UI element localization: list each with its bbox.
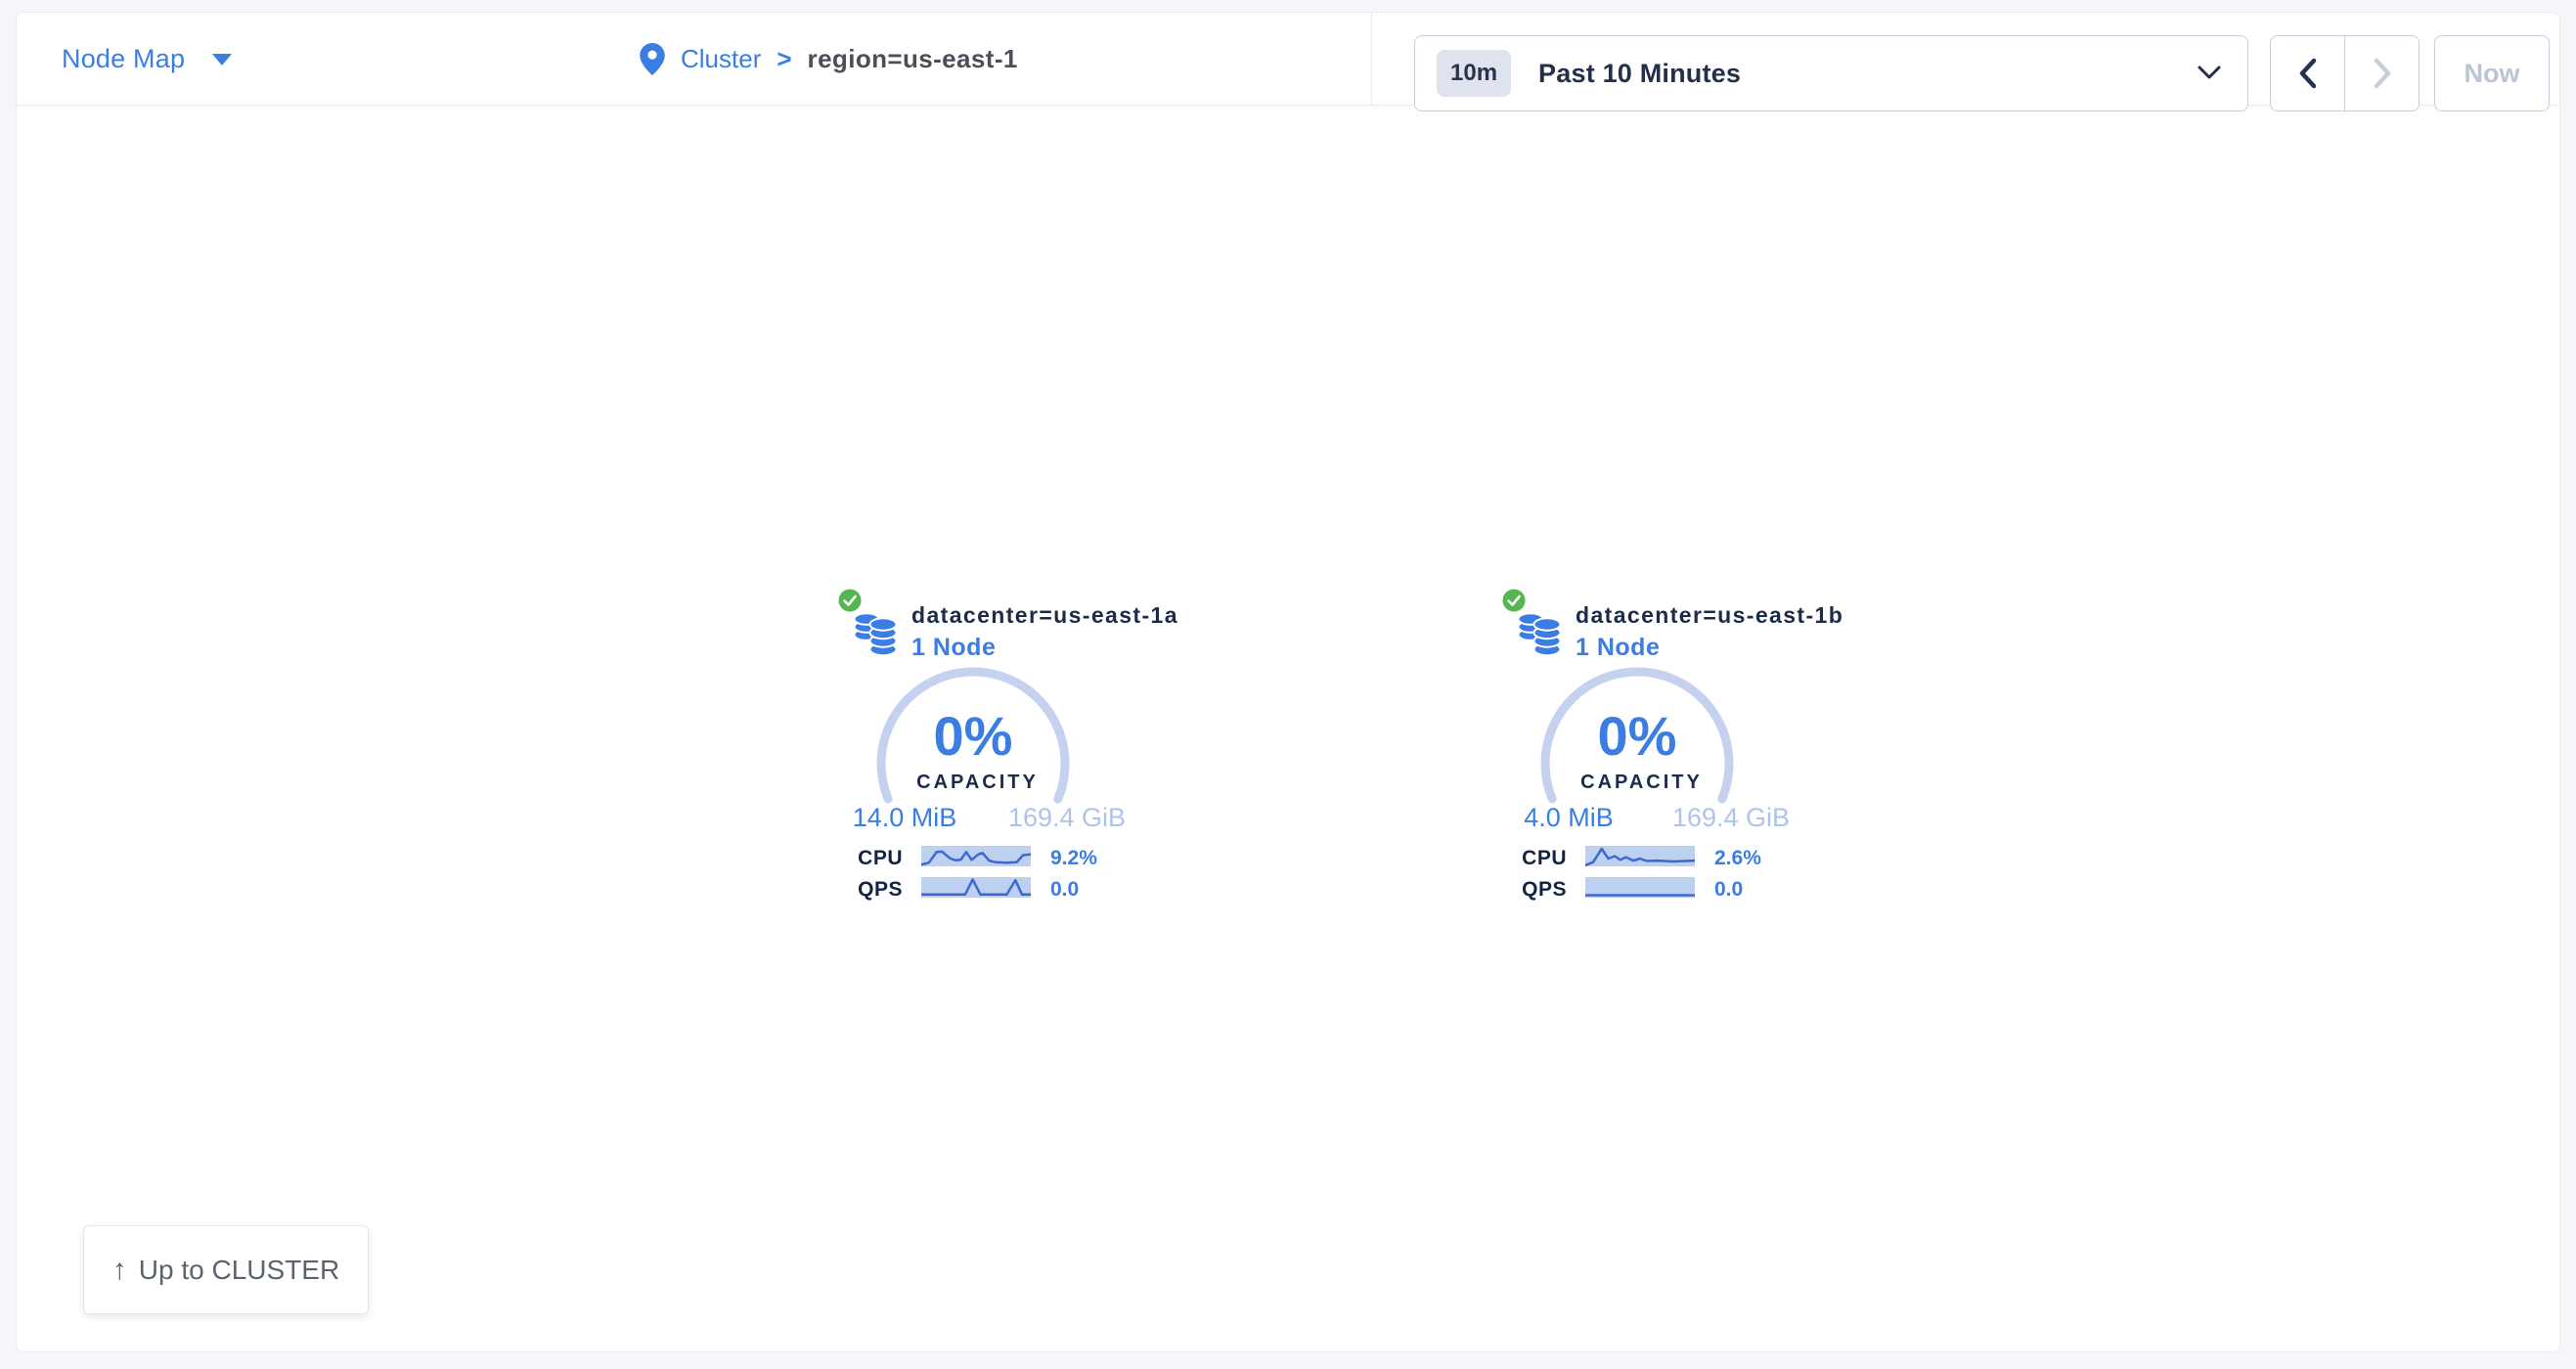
capacity-used: 14.0 MiB (836, 804, 973, 831)
chevron-right-icon (2372, 57, 2393, 90)
metric-label: QPS (1500, 878, 1567, 902)
metric-value: 0.0 (1050, 878, 1079, 902)
locality-node-count: 1 Node (911, 634, 996, 662)
breadcrumb: Cluster > region=us-east-1 (640, 13, 1018, 106)
qps-sparkline (1585, 877, 1695, 898)
capacity-total: 169.4 GiB (999, 804, 1135, 831)
locality-card-us-east-1a[interactable]: datacenter=us-east-1a 1 Node 0% CAPACITY… (836, 585, 1139, 917)
chevron-down-icon (2197, 64, 2222, 86)
database-stack-icon (853, 609, 900, 661)
capacity-gauge: 0% CAPACITY (875, 666, 1071, 861)
metric-label: QPS (836, 878, 903, 902)
header-bar: Node Map Cluster > region=us-east-1 10m … (17, 13, 2559, 106)
locality-name: datacenter=us-east-1b (1576, 602, 1843, 629)
breadcrumb-separator: > (777, 44, 791, 74)
time-range-select[interactable]: 10m Past 10 Minutes (1414, 35, 2248, 111)
breadcrumb-current: region=us-east-1 (808, 44, 1018, 74)
view-selector-dropdown[interactable]: Node Map (62, 13, 232, 106)
metric-row-qps: QPS 0.0 (836, 878, 1139, 898)
node-map-panel: Node Map Cluster > region=us-east-1 10m … (16, 12, 2560, 1352)
metric-row-cpu: CPU 2.6% (1500, 847, 1803, 866)
breadcrumb-cluster-link[interactable]: Cluster (681, 44, 761, 74)
caret-down-icon (212, 54, 232, 66)
capacity-total: 169.4 GiB (1663, 804, 1799, 831)
up-to-cluster-button[interactable]: ↑ Up to CLUSTER (83, 1225, 369, 1314)
metric-value: 9.2% (1050, 847, 1097, 870)
locality-node-count: 1 Node (1576, 634, 1660, 662)
cpu-sparkline (1585, 846, 1695, 866)
header-divider (1371, 13, 1372, 105)
metric-row-cpu: CPU 9.2% (836, 847, 1139, 866)
view-selector-label: Node Map (62, 44, 185, 74)
capacity-used: 4.0 MiB (1500, 804, 1637, 831)
metric-value: 2.6% (1714, 847, 1761, 870)
up-to-cluster-label: Up to CLUSTER (139, 1255, 339, 1286)
time-range-label: Past 10 Minutes (1538, 59, 1741, 89)
time-prev-button[interactable] (2271, 36, 2344, 110)
qps-sparkline (921, 877, 1031, 898)
capacity-percent: 0% (1539, 709, 1735, 764)
map-pin-icon (640, 43, 665, 75)
now-button[interactable]: Now (2434, 35, 2550, 111)
now-button-label: Now (2465, 59, 2520, 89)
capacity-caption: CAPACITY (875, 772, 1077, 793)
capacity-percent: 0% (875, 709, 1071, 764)
time-nav-group (2270, 35, 2420, 111)
metric-label: CPU (1500, 847, 1567, 870)
chevron-left-icon (2297, 57, 2319, 90)
capacity-caption: CAPACITY (1539, 772, 1741, 793)
locality-name: datacenter=us-east-1a (911, 602, 1178, 629)
cpu-sparkline (921, 846, 1031, 866)
capacity-gauge: 0% CAPACITY (1539, 666, 1735, 861)
metric-label: CPU (836, 847, 903, 870)
time-next-button[interactable] (2344, 36, 2419, 110)
time-range-badge: 10m (1437, 50, 1511, 97)
metric-row-qps: QPS 0.0 (1500, 878, 1803, 898)
database-stack-icon (1517, 609, 1564, 661)
metric-value: 0.0 (1714, 878, 1743, 902)
arrow-up-icon: ↑ (112, 1256, 127, 1285)
locality-card-us-east-1b[interactable]: datacenter=us-east-1b 1 Node 0% CAPACITY… (1500, 585, 1803, 917)
